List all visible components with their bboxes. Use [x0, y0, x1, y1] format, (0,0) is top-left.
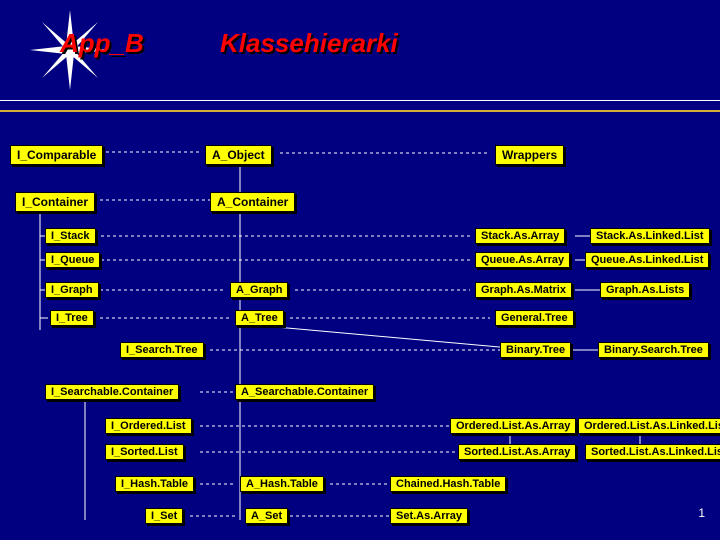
box-i-graph: I_Graph [45, 282, 99, 298]
box-sorted-linked: Sorted.List.As.Linked.List [585, 444, 720, 460]
box-a-hashtable: A_Hash.Table [240, 476, 324, 492]
box-a-searchablecontainer: A_Searchable.Container [235, 384, 374, 400]
box-wrappers: Wrappers [495, 145, 564, 165]
box-queue-linked: Queue.As.Linked.List [585, 252, 709, 268]
box-graph-matrix: Graph.As.Matrix [475, 282, 572, 298]
box-graph-lists: Graph.As.Lists [600, 282, 690, 298]
divider-white [0, 100, 720, 101]
box-i-sortedlist: I_Sorted.List [105, 444, 184, 460]
box-i-orderedlist: I_Ordered.List [105, 418, 192, 434]
box-set-array: Set.As.Array [390, 508, 468, 524]
title-left: App_B [60, 28, 144, 58]
box-i-stack: I_Stack [45, 228, 96, 244]
box-ordered-linked: Ordered.List.As.Linked.List [578, 418, 720, 434]
box-i-comparable: I_Comparable [10, 145, 103, 165]
box-i-hashtable: I_Hash.Table [115, 476, 194, 492]
box-a-object: A_Object [205, 145, 272, 165]
box-stack-array: Stack.As.Array [475, 228, 565, 244]
box-i-queue: I_Queue [45, 252, 100, 268]
box-i-tree: I_Tree [50, 310, 94, 326]
box-queue-array: Queue.As.Array [475, 252, 570, 268]
box-a-graph: A_Graph [230, 282, 288, 298]
box-ordered-array: Ordered.List.As.Array [450, 418, 576, 434]
box-i-container: I_Container [15, 192, 95, 212]
page-number: 1 [698, 506, 705, 520]
box-a-tree: A_Tree [235, 310, 284, 326]
divider-gold [0, 110, 720, 112]
box-i-searchtree: I_Search.Tree [120, 342, 204, 358]
box-a-container: A_Container [210, 192, 295, 212]
box-general-tree: General.Tree [495, 310, 574, 326]
box-sorted-array: Sorted.List.As.Array [458, 444, 576, 460]
box-i-searchablecontainer: I_Searchable.Container [45, 384, 179, 400]
box-a-set: A_Set [245, 508, 288, 524]
box-binary-tree: Binary.Tree [500, 342, 571, 358]
box-i-set: I_Set [145, 508, 183, 524]
box-binary-searchtree: Binary.Search.Tree [598, 342, 709, 358]
box-stack-linked: Stack.As.Linked.List [590, 228, 710, 244]
box-chained-hash: Chained.Hash.Table [390, 476, 506, 492]
title-right: Klassehierarki [220, 28, 398, 59]
